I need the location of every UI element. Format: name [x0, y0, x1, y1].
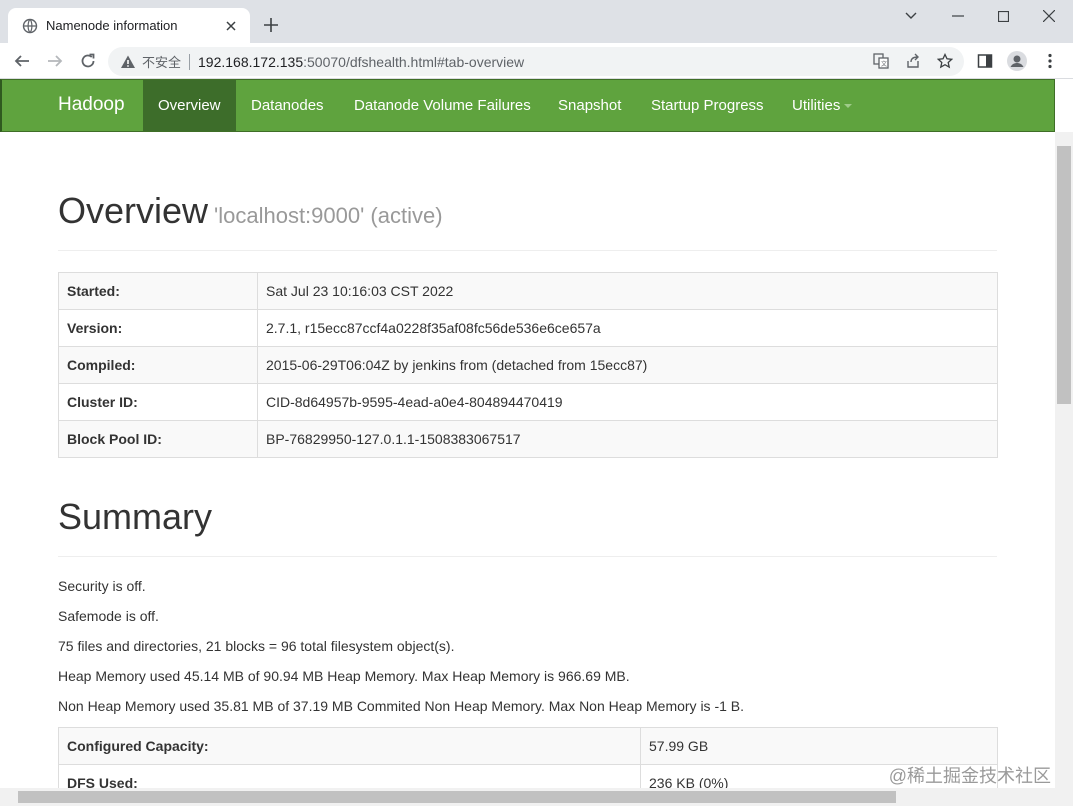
dropdown-caret-icon — [844, 104, 853, 109]
url-path: :50070/dfshealth.html#tab-overview — [303, 53, 525, 70]
tab-title: Namenode information — [46, 18, 178, 33]
warning-icon — [121, 55, 135, 68]
row-value: 2.7.1, r15ecc87ccf4a0228f35af08fc56de536… — [257, 309, 998, 347]
heap-memory: Heap Memory used 45.14 MB of 90.94 MB He… — [58, 668, 630, 684]
table-row: Compiled: 2015-06-29T06:04Z by jenkins fr… — [58, 346, 998, 384]
row-label: Started: — [58, 272, 258, 310]
reload-icon[interactable] — [78, 51, 98, 71]
horizontal-scroll-thumb[interactable] — [18, 791, 896, 803]
table-row: Cluster ID: CID-8d64957b-9595-4ead-a0e4-8… — [58, 383, 998, 421]
bookmark-star-icon[interactable] — [935, 51, 955, 71]
overview-heading: Overview'localhost:9000' (active) — [58, 190, 443, 232]
side-panel-icon[interactable] — [975, 51, 995, 71]
overview-divider — [58, 250, 997, 251]
nav-datanode-volume-failures[interactable]: Datanode Volume Failures — [339, 80, 546, 131]
row-label: DFS Used: — [58, 764, 641, 788]
minimize-icon[interactable] — [943, 4, 973, 28]
page-content: Overview'localhost:9000' (active) Starte… — [0, 132, 1055, 788]
safemode-status: Safemode is off. — [58, 608, 159, 624]
table-row: Version: 2.7.1, r15ecc87ccf4a0228f35af08f… — [58, 309, 998, 347]
back-arrow-icon[interactable] — [12, 51, 32, 71]
table-row: Configured Capacity: 57.99 GB — [58, 727, 998, 765]
row-label: Compiled: — [58, 346, 258, 384]
maximize-icon[interactable] — [988, 4, 1018, 28]
overview-title: Overview — [58, 190, 209, 231]
nav-datanodes[interactable]: Datanodes — [236, 80, 339, 131]
table-row: Started: Sat Jul 23 10:16:03 CST 2022 — [58, 272, 998, 310]
summary-divider — [58, 556, 997, 557]
nav-utilities[interactable]: Utilities — [777, 80, 867, 131]
watermark-text: @稀土掘金技术社区 — [888, 766, 1051, 786]
tab-search-chevron-icon[interactable] — [896, 4, 926, 28]
hadoop-brand[interactable]: Hadoop — [58, 94, 125, 116]
nav-snapshot[interactable]: Snapshot — [543, 80, 636, 131]
hadoop-navbar: Hadoop Overview Datanodes Datanode Volum… — [0, 79, 1055, 132]
new-tab-plus-icon[interactable] — [261, 15, 281, 35]
overview-subtitle: 'localhost:9000' (active) — [214, 203, 443, 228]
row-label: Block Pool ID: — [58, 420, 258, 458]
table-row: DFS Used: 236 KB (0%) — [58, 764, 998, 788]
browser-toolbar: 不安全 192.168.172.135:50070/dfshealth.html… — [0, 43, 1073, 79]
profile-avatar-icon[interactable] — [1007, 51, 1027, 71]
row-value: Sat Jul 23 10:16:03 CST 2022 — [257, 272, 998, 310]
url-host: 192.168.172.135 — [198, 53, 304, 70]
row-value: BP-76829950-127.0.1.1-1508383067517 — [257, 420, 998, 458]
url-text[interactable]: 192.168.172.135:50070/dfshealth.html#tab… — [198, 54, 524, 70]
row-label: Cluster ID: — [58, 383, 258, 421]
window-close-icon[interactable] — [1034, 4, 1064, 28]
row-value: CID-8d64957b-9595-4ead-a0e4-804894470419 — [257, 383, 998, 421]
more-menu-icon[interactable] — [1040, 51, 1060, 71]
row-label: Version: — [58, 309, 258, 347]
globe-icon — [22, 18, 38, 33]
nav-utilities-label: Utilities — [792, 97, 841, 114]
filesystem-objects: 75 files and directories, 21 blocks = 96… — [58, 638, 455, 654]
security-status: Security is off. — [58, 578, 146, 594]
table-row: Block Pool ID: BP-76829950-127.0.1.1-1508… — [58, 420, 998, 458]
not-secure-label: 不安全 — [142, 55, 182, 70]
svg-text:文: 文 — [881, 60, 887, 68]
address-bar[interactable]: 不安全 192.168.172.135:50070/dfshealth.html… — [108, 47, 964, 76]
row-value: 2015-06-29T06:04Z by jenkins from (detac… — [257, 346, 998, 384]
vertical-scrollbar[interactable] — [1055, 132, 1073, 788]
share-icon[interactable] — [903, 51, 923, 71]
forward-arrow-icon[interactable] — [45, 51, 65, 71]
row-value: 57.99 GB — [640, 727, 998, 765]
tab-strip: Namenode information — [0, 0, 1073, 43]
capacity-table: Configured Capacity: 57.99 GB DFS Used: 23… — [58, 727, 998, 788]
browser-tab[interactable]: Namenode information — [8, 8, 250, 43]
nav-startup-progress[interactable]: Startup Progress — [636, 80, 779, 131]
vertical-scroll-thumb[interactable] — [1057, 146, 1071, 404]
row-label: Configured Capacity: — [58, 727, 641, 765]
overview-table: Started: Sat Jul 23 10:16:03 CST 2022 Ver… — [58, 272, 998, 458]
nav-overview[interactable]: Overview — [143, 80, 236, 131]
close-tab-icon[interactable] — [222, 17, 240, 35]
horizontal-scrollbar[interactable] — [0, 788, 1073, 806]
non-heap-memory: Non Heap Memory used 35.81 MB of 37.19 M… — [58, 698, 745, 714]
omnibox-divider — [189, 53, 191, 70]
translate-icon[interactable]: 文 — [871, 51, 891, 71]
summary-heading: Summary — [58, 496, 213, 537]
